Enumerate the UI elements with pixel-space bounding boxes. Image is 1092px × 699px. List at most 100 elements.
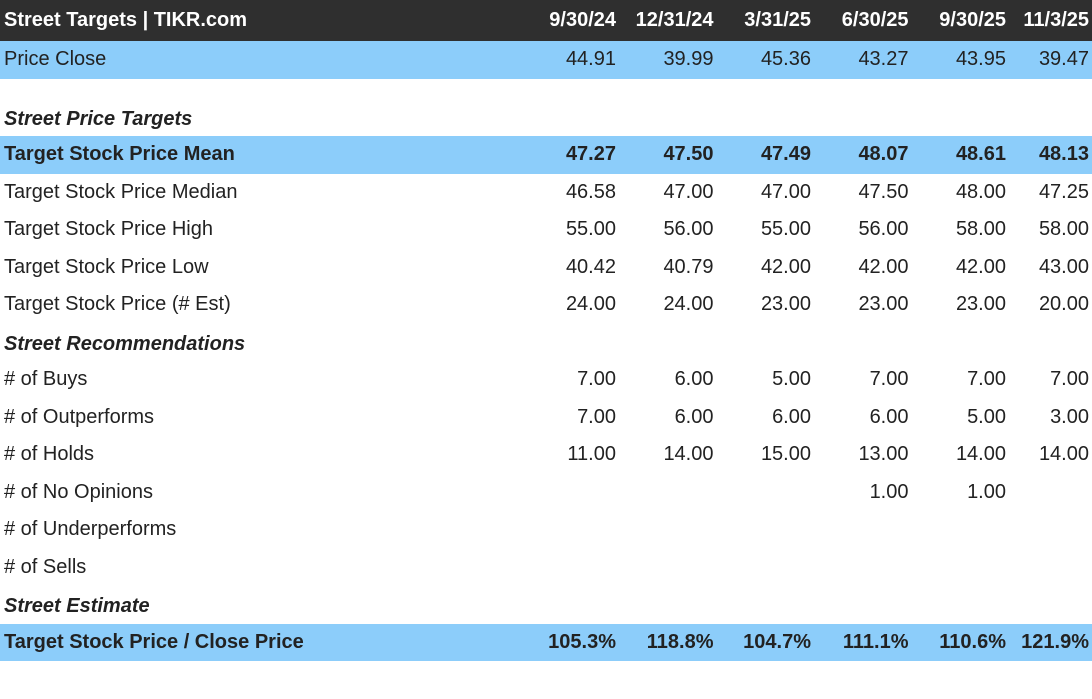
value-cell: 7.00 [869, 368, 909, 391]
value-cell: 11.00 [567, 443, 616, 466]
buys-row[interactable]: # of Buys 7.00 6.00 5.00 7.00 7.00 7.00 [0, 361, 1092, 399]
value-cell: 5.00 [772, 368, 811, 391]
row-label: Target Stock Price High [4, 218, 213, 241]
value-cell [1006, 481, 1092, 504]
value-cell: 58.00 [955, 218, 1006, 241]
holds-row[interactable]: # of Holds 11.00 14.00 15.00 13.00 14.00… [0, 436, 1092, 474]
value-cell [714, 481, 812, 504]
value-cell: 24.00 [565, 293, 616, 316]
target-est-row[interactable]: Target Stock Price (# Est) 24.00 24.00 2… [0, 286, 1092, 324]
value-cell: 104.7% [743, 630, 811, 653]
date-column-2[interactable]: 12/31/24 [616, 9, 714, 32]
row-label: Price Close [4, 48, 107, 71]
value-cell: 23.00 [858, 293, 909, 316]
sells-row[interactable]: # of Sells [0, 549, 1092, 587]
value-cell: 58.00 [1038, 218, 1089, 241]
value-cell: 1.00 [967, 480, 1006, 503]
value-cell: 3.00 [1050, 405, 1089, 428]
section-title: Street Estimate [4, 595, 150, 618]
value-cell: 24.00 [663, 293, 714, 316]
row-label: # of Sells [4, 555, 87, 578]
value-cell: 23.00 [955, 293, 1006, 316]
value-cell [516, 481, 616, 504]
date-column-3[interactable]: 3/31/25 [714, 9, 811, 32]
value-cell: 47.50 [858, 180, 909, 203]
value-cell: 105.3% [548, 630, 616, 653]
table-header: Street Targets | TIKR.com 9/30/24 12/31/… [0, 0, 1092, 41]
value-cell: 48.61 [955, 143, 1006, 166]
street-targets-table: Street Targets | TIKR.com 9/30/24 12/31/… [0, 0, 1092, 661]
value-cell: 44.91 [565, 48, 616, 71]
value-cell: 5.00 [967, 405, 1006, 428]
value-cell: 14.00 [955, 443, 1006, 466]
value-cell: 40.42 [565, 255, 616, 278]
value-cell: 47.00 [663, 180, 714, 203]
date-column-5[interactable]: 9/30/25 [909, 9, 1006, 32]
value-cell: 48.13 [1038, 143, 1089, 166]
value-cell: 47.25 [1038, 180, 1089, 203]
value-cell: 42.00 [955, 255, 1006, 278]
value-cell [616, 481, 714, 504]
value-cell: 7.00 [577, 368, 616, 391]
value-cell: 47.27 [565, 143, 616, 166]
value-cell: 14.00 [1038, 443, 1089, 466]
value-cell: 14.00 [663, 443, 714, 466]
value-cell: 1.00 [869, 480, 909, 503]
row-label: Target Stock Price (# Est) [4, 293, 231, 316]
target-mean-row[interactable]: Target Stock Price Mean 47.27 47.50 47.4… [0, 136, 1092, 174]
value-cell: 6.00 [869, 405, 909, 428]
section-title: Street Price Targets [4, 107, 193, 130]
date-column-6[interactable]: 11/3/25 [1006, 9, 1092, 32]
value-cell: 40.79 [663, 255, 714, 278]
date-column-4[interactable]: 6/30/25 [811, 9, 909, 32]
value-cell: 47.49 [760, 143, 811, 166]
section-heading-price-targets: Street Price Targets [0, 99, 1092, 137]
value-cell: 43.27 [858, 48, 909, 71]
value-cell: 121.9% [1021, 630, 1089, 653]
value-cell: 39.47 [1038, 48, 1089, 71]
row-label: # of Underperforms [4, 518, 177, 541]
value-cell: 47.00 [760, 180, 811, 203]
row-label: # of No Opinions [4, 480, 153, 503]
table-title: Street Targets | TIKR.com [4, 9, 248, 31]
value-cell: 42.00 [858, 255, 909, 278]
value-cell: 56.00 [663, 218, 714, 241]
value-cell: 55.00 [760, 218, 811, 241]
value-cell: 20.00 [1038, 293, 1089, 316]
value-cell: 6.00 [772, 405, 811, 428]
row-label: Target Stock Price Low [4, 255, 209, 278]
target-close-row[interactable]: Target Stock Price / Close Price 105.3% … [0, 623, 1092, 661]
value-cell: 118.8% [646, 630, 714, 653]
section-heading-estimate: Street Estimate [0, 586, 1092, 624]
no-opinions-row[interactable]: # of No Opinions 1.00 1.00 [0, 474, 1092, 512]
date-column-1[interactable]: 9/30/24 [516, 9, 616, 32]
row-label: Target Stock Price / Close Price [4, 630, 304, 653]
value-cell: 6.00 [674, 368, 714, 391]
row-label: Target Stock Price Median [4, 180, 238, 203]
row-label: # of Holds [4, 443, 95, 466]
value-cell: 56.00 [858, 218, 909, 241]
row-label: # of Outperforms [4, 405, 155, 428]
value-cell: 7.00 [967, 368, 1006, 391]
target-high-row[interactable]: Target Stock Price High 55.00 56.00 55.0… [0, 211, 1092, 249]
value-cell: 47.50 [663, 143, 714, 166]
value-cell: 45.36 [760, 48, 811, 71]
value-cell: 15.00 [760, 443, 811, 466]
target-median-row[interactable]: Target Stock Price Median 46.58 47.00 47… [0, 174, 1092, 212]
value-cell: 42.00 [760, 255, 811, 278]
value-cell: 7.00 [1050, 368, 1089, 391]
price-close-row[interactable]: Price Close 44.91 39.99 45.36 43.27 43.9… [0, 41, 1092, 79]
value-cell: 23.00 [760, 293, 811, 316]
value-cell: 13.00 [858, 443, 909, 466]
underperforms-row[interactable]: # of Underperforms [0, 511, 1092, 549]
outperforms-row[interactable]: # of Outperforms 7.00 6.00 6.00 6.00 5.0… [0, 399, 1092, 437]
target-low-row[interactable]: Target Stock Price Low 40.42 40.79 42.00… [0, 249, 1092, 287]
value-cell: 110.6% [939, 630, 1006, 653]
value-cell: 7.00 [577, 405, 616, 428]
value-cell: 111.1% [842, 630, 909, 653]
value-cell: 39.99 [663, 48, 714, 71]
row-label: Target Stock Price Mean [4, 143, 235, 166]
section-title: Street Recommendations [4, 332, 246, 355]
value-cell: 43.95 [955, 48, 1006, 71]
